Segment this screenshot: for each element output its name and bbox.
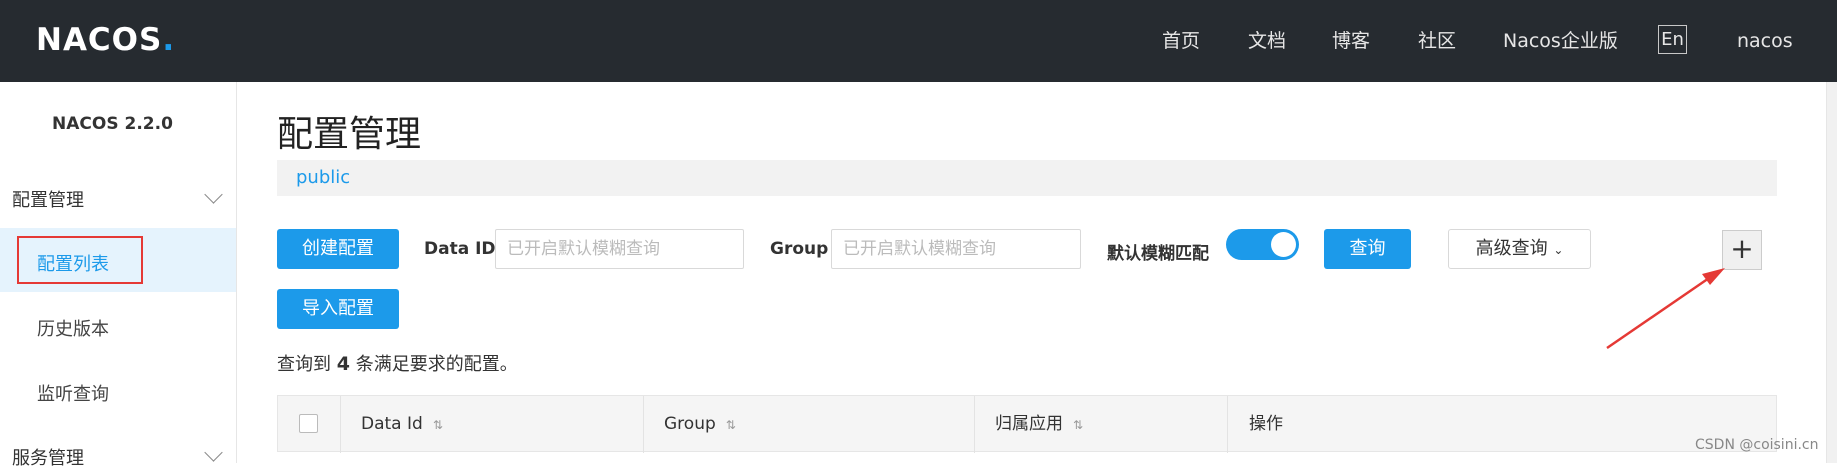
annotation-arrow-icon [1606, 268, 1725, 350]
watermark: CSDN @coisini.cn [1695, 437, 1819, 453]
